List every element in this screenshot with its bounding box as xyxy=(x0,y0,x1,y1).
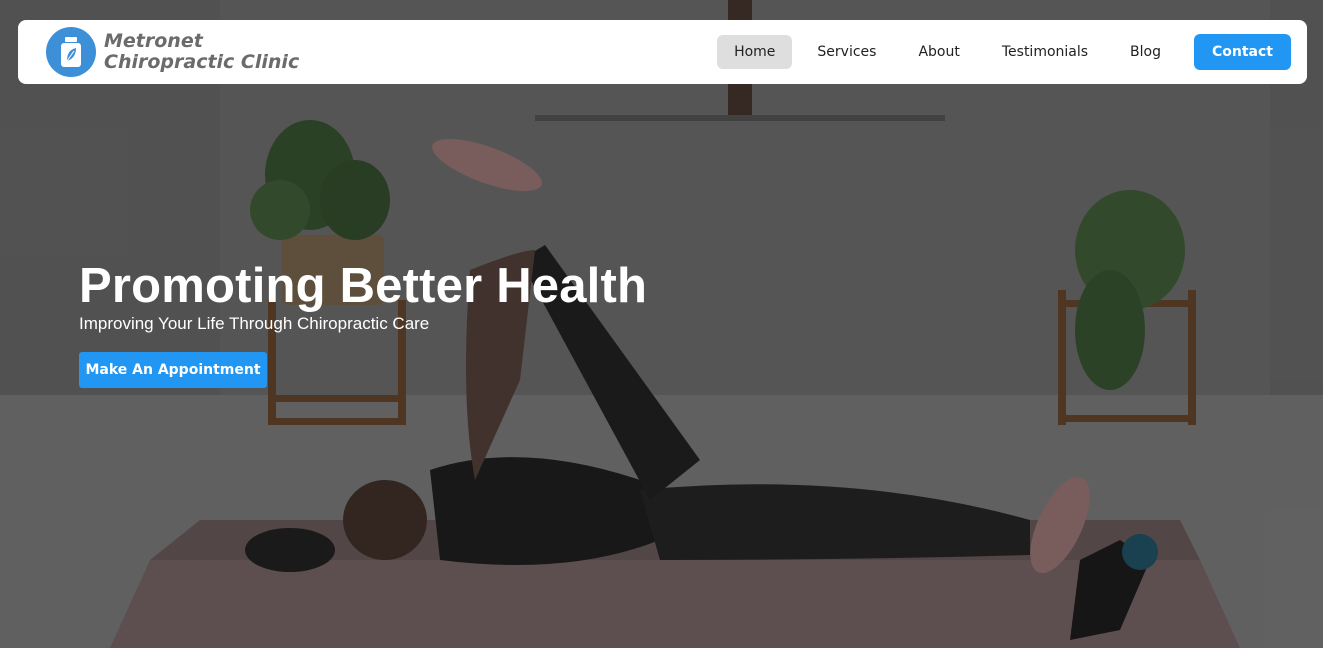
nav-about[interactable]: About xyxy=(901,35,976,69)
hero-subtitle: Improving Your Life Through Chiropractic… xyxy=(79,314,430,333)
main-nav: Home Services About Testimonials Blog Co… xyxy=(717,34,1291,70)
brand-name: Metronet Chiropractic Clinic xyxy=(104,30,300,73)
make-appointment-button[interactable]: Make An Appointment xyxy=(79,352,267,388)
contact-button[interactable]: Contact xyxy=(1194,34,1291,70)
bottle-leaf-icon xyxy=(46,27,96,77)
hero-text: Promoting Better Health Improving Your L… xyxy=(79,258,647,334)
brand[interactable]: Metronet Chiropractic Clinic xyxy=(46,27,334,77)
hero-title: Promoting Better Health xyxy=(79,259,648,313)
nav-home[interactable]: Home xyxy=(717,35,793,69)
top-navbar: Metronet Chiropractic Clinic Home Servic… xyxy=(18,20,1307,84)
nav-services[interactable]: Services xyxy=(800,35,893,69)
nav-blog[interactable]: Blog xyxy=(1113,35,1178,69)
nav-testimonials[interactable]: Testimonials xyxy=(985,35,1105,69)
